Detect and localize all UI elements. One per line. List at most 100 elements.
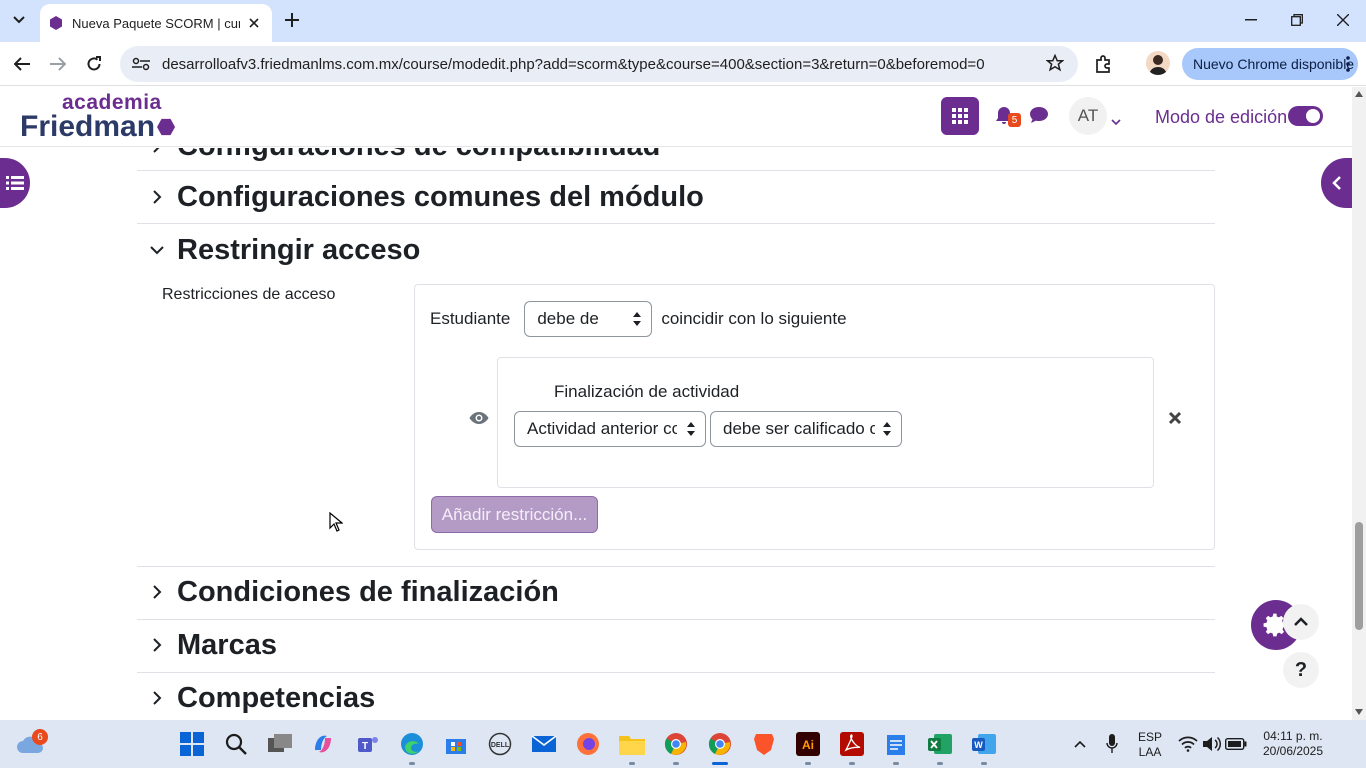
block-drawer-toggle[interactable]: [1321, 158, 1352, 208]
battery-icon[interactable]: [1220, 728, 1252, 760]
user-avatar[interactable]: AT: [1069, 97, 1107, 135]
eye-visibility-icon[interactable]: [469, 410, 489, 431]
select-arrows-icon: [883, 422, 891, 436]
section-header-restrict-access[interactable]: Restringir acceso: [137, 231, 1215, 269]
word-icon[interactable]: W: [968, 728, 1000, 760]
microsoft-store-icon[interactable]: [440, 728, 472, 760]
firefox-icon[interactable]: [572, 728, 604, 760]
section-header-tags[interactable]: Marcas: [137, 626, 1215, 664]
keyboard-layout-code: LAA: [1138, 745, 1162, 759]
chrome-active-icon[interactable]: [704, 728, 736, 760]
windows-start-icon[interactable]: [176, 728, 208, 760]
section-title: Condiciones de finalización: [177, 575, 559, 608]
activity-select[interactable]: Actividad anterior con finalización: [514, 411, 706, 447]
copilot-icon[interactable]: [307, 728, 339, 760]
section-title: Marcas: [177, 628, 277, 661]
messages-chat-icon[interactable]: [1030, 107, 1048, 128]
illustrator-icon[interactable]: Ai: [792, 728, 824, 760]
scroll-up-arrow-icon[interactable]: [1355, 91, 1363, 97]
chrome-icon[interactable]: [660, 728, 692, 760]
running-indicator: [409, 762, 415, 765]
chevron-right-icon: [137, 690, 177, 706]
acrobat-icon[interactable]: [836, 728, 868, 760]
bookmark-star-icon[interactable]: [1045, 53, 1065, 77]
delete-condition-icon[interactable]: [1167, 410, 1183, 431]
course-index-drawer-toggle[interactable]: [0, 158, 30, 208]
help-button[interactable]: ?: [1283, 652, 1319, 688]
section-title: Competencias: [177, 681, 376, 714]
clock[interactable]: 04:11 p. m. 20/06/2025: [1250, 729, 1336, 759]
select-arrows-icon: [687, 422, 695, 436]
windows-taskbar: T DELL Ai W ESP LAA 04:11 p. m. 20/06/20…: [0, 720, 1366, 768]
scroll-down-arrow-icon[interactable]: [1355, 709, 1363, 715]
completion-state-select[interactable]: debe ser calificado como completado: [710, 411, 902, 447]
chevron-right-icon: [137, 189, 177, 205]
excel-icon[interactable]: [924, 728, 956, 760]
minimize-window-button[interactable]: [1228, 0, 1274, 40]
more-options-icon[interactable]: [1346, 55, 1350, 76]
restore-icon: [1291, 14, 1303, 26]
close-window-button[interactable]: [1320, 0, 1366, 40]
person-photo-icon: [1149, 55, 1167, 75]
svg-text:W: W: [974, 740, 983, 750]
chevron-down-icon: [13, 16, 25, 24]
brave-browser-icon[interactable]: [748, 728, 780, 760]
tab-search-dropdown[interactable]: [4, 6, 34, 34]
logo-main-text: Friedman: [20, 110, 156, 143]
restore-window-button[interactable]: [1274, 0, 1320, 40]
task-view-icon[interactable]: [264, 728, 296, 760]
moodle-hex-favicon-icon: [50, 16, 62, 30]
minimize-icon: [1245, 19, 1257, 21]
input-language-indicator[interactable]: ESP LAA: [1134, 730, 1166, 760]
back-button[interactable]: [8, 50, 36, 78]
scroll-thumb[interactable]: [1355, 522, 1363, 630]
site-settings-icon[interactable]: [132, 57, 150, 71]
file-explorer-icon[interactable]: [616, 728, 648, 760]
section-header-common-module[interactable]: Configuraciones comunes del módulo: [137, 178, 1215, 216]
running-indicator: [981, 762, 987, 765]
show-hidden-icons-chevron-icon[interactable]: [1064, 728, 1096, 760]
site-logo[interactable]: academia Friedman: [20, 92, 176, 143]
plus-icon: [285, 13, 299, 27]
svg-text:T: T: [362, 741, 368, 752]
edit-mode-label: Modo de edición: [1155, 107, 1288, 127]
apps-grid-button[interactable]: [941, 97, 979, 135]
chrome-update-button[interactable]: Nuevo Chrome disponible: [1182, 48, 1358, 80]
teams-icon[interactable]: T: [352, 728, 384, 760]
language-code: ESP: [1137, 730, 1162, 744]
browser-tab-active[interactable]: Nueva Paquete SCORM | curso 2: [40, 4, 272, 42]
select-arrows-icon: [633, 311, 642, 326]
chevron-left-icon: [1331, 176, 1341, 190]
browser-toolbar: desarrolloafv3.friedmanlms.com.mx/course…: [0, 42, 1366, 86]
profile-avatar[interactable]: [1146, 51, 1170, 75]
section-header-completion[interactable]: Condiciones de finalización: [137, 573, 1215, 611]
condition-title: Finalización de actividad: [554, 382, 740, 401]
add-restriction-button[interactable]: Añadir restricción...: [431, 496, 598, 533]
edit-mode-toggle[interactable]: [1288, 106, 1323, 126]
dell-icon[interactable]: DELL: [484, 728, 516, 760]
page-scrollbar[interactable]: [1352, 87, 1366, 720]
back-to-top-button[interactable]: [1283, 604, 1319, 640]
section-divider: [137, 672, 1215, 673]
mail-icon[interactable]: [528, 728, 560, 760]
match-type-select[interactable]: debe de: [524, 300, 653, 337]
section-title: Restringir acceso: [177, 233, 421, 266]
list-icon: [6, 176, 24, 190]
reload-button[interactable]: [80, 50, 108, 78]
notepad-icon[interactable]: [880, 728, 912, 760]
activity-select-value: Actividad anterior con finalización: [527, 419, 677, 438]
match-suffix-label: coincidir con lo siguiente: [661, 308, 847, 328]
extensions-puzzle-icon[interactable]: [1094, 54, 1114, 79]
edge-browser-icon[interactable]: [396, 728, 428, 760]
close-tab-icon[interactable]: [246, 15, 262, 31]
new-tab-button[interactable]: [280, 8, 304, 32]
active-indicator: [712, 762, 728, 765]
forward-button[interactable]: [44, 50, 72, 78]
search-icon[interactable]: [220, 728, 252, 760]
address-bar[interactable]: desarrolloafv3.friedmanlms.com.mx/course…: [120, 46, 1078, 82]
microphone-icon[interactable]: [1096, 728, 1128, 760]
section-header-competencies[interactable]: Competencias: [137, 679, 1215, 717]
arrow-right-icon: [50, 57, 66, 71]
user-menu-caret-icon[interactable]: [1111, 113, 1121, 131]
toggle-knob: [1306, 109, 1320, 123]
